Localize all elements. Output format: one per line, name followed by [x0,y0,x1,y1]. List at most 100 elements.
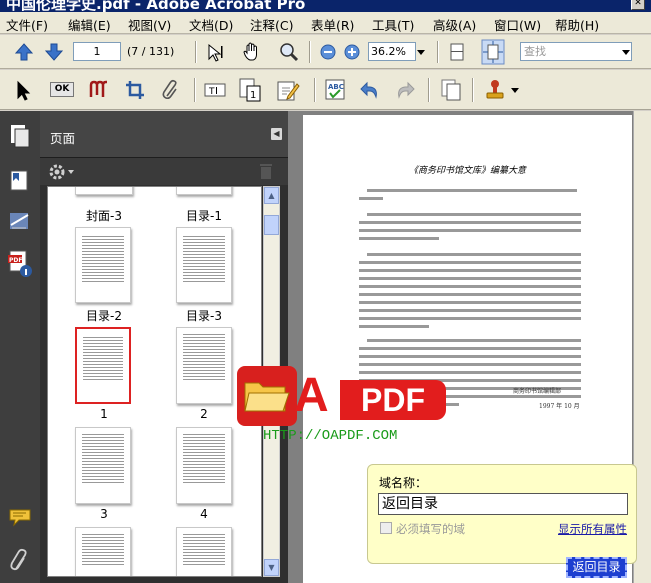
thumbnails-list[interactable]: 封面-3 目录-1 目录-2 目录-3 1 2 3 4 [47,186,262,577]
crop-tool-icon[interactable] [124,79,146,101]
zoom-out-icon[interactable] [320,44,336,60]
spell-check-icon[interactable]: ABC [324,78,346,102]
undo-icon[interactable] [359,79,381,101]
page-thumbnail[interactable] [75,187,133,195]
attach-file-icon[interactable] [160,79,182,101]
page-thumbnail[interactable] [176,327,232,404]
menu-view[interactable]: 视图(V) [128,15,171,34]
options-gear-icon[interactable] [48,163,76,181]
signature-field-icon[interactable] [88,79,110,101]
folder-logo-icon [237,366,297,426]
pages-panel: 页面 ◀ 封面-3 目录-1 目录-2 目录-3 1 2 3 4 ▲ ▼ [40,111,288,583]
collapse-panel-icon[interactable]: ◀ [271,128,282,140]
thumbnail-label: 3 [100,507,108,521]
menu-comments[interactable]: 注释(C) [250,15,293,34]
zoom-tool-icon[interactable] [278,41,300,63]
pages-icon[interactable] [8,123,32,149]
page-count: (7 / 131) [127,45,175,58]
hand-tool-icon[interactable] [241,41,263,63]
thumbnail-label: 1 [100,407,108,421]
panel-header: 页面 ◀ [40,111,288,158]
separator [194,78,196,102]
delete-pages-icon[interactable] [258,162,274,180]
search-input[interactable]: 查找 [520,42,632,61]
field-name-label: 域名称： [379,476,428,490]
stamp-icon[interactable] [484,78,506,102]
thumbnail-label: 2 [200,407,208,421]
separator [472,78,474,102]
menu-tools[interactable]: 工具(T) [372,15,414,34]
menu-document[interactable]: 文档(D) [189,15,233,34]
tools-toolbar: OK T 1 ABC [0,70,651,110]
signatures-icon[interactable] [8,209,32,233]
menu-advanced[interactable]: 高级(A) [433,15,476,34]
scroll-thumb[interactable] [264,215,279,235]
thumbnail-label: 目录-1 [186,209,222,223]
separator [437,41,439,63]
fit-page-icon[interactable] [481,39,505,65]
edit-text-icon[interactable] [276,78,300,102]
field-properties-popup: 域名称： 返回目录 必须填写的域 显示所有属性 [367,464,637,564]
page-thumbnail[interactable] [75,227,131,303]
next-page-icon[interactable] [44,42,64,62]
page-thumbnail[interactable] [75,527,131,576]
close-window-button[interactable]: ✕ [631,0,645,10]
selected-form-field[interactable]: 返回目录 [566,557,627,578]
separator [428,78,430,102]
select-object-icon[interactable] [14,80,34,102]
chevron-down-icon[interactable] [510,86,520,94]
previous-page-icon[interactable] [14,42,34,62]
comments-icon[interactable] [8,507,34,529]
navigation-pane-bar: PDF [0,111,40,583]
page-thumbnail[interactable] [176,527,232,576]
text-field-icon[interactable]: T [204,79,226,101]
required-label: 必须填写的域 [396,522,465,536]
button-tool-icon[interactable]: OK [50,82,74,97]
required-checkbox[interactable] [380,522,392,534]
copy-document-icon[interactable] [440,78,462,102]
svg-text:PDF: PDF [9,257,22,264]
thumbnail-label: 目录-2 [86,309,122,323]
page-thumbnail[interactable] [176,227,232,303]
scroll-up-icon[interactable]: ▲ [264,187,279,204]
navigation-toolbar: 1 (7 / 131) 36.2% 查找 [0,35,651,69]
menu-edit[interactable]: 编辑(E) [68,15,111,34]
menu-forms[interactable]: 表单(R) [311,15,354,34]
chevron-down-icon[interactable] [621,48,631,56]
page-thumbnail[interactable] [176,427,232,504]
zoom-in-icon[interactable] [344,44,360,60]
single-page-icon[interactable] [446,41,468,63]
attachments-icon[interactable] [8,547,32,573]
page-thumbnail[interactable] [75,427,131,504]
svg-text:T: T [208,87,215,97]
menu-window[interactable]: 窗口(W) [494,15,541,34]
redo-icon [398,81,415,99]
apdf-watermark: A PDF HTTP://OAPDF.COM [237,366,447,446]
thumbnail-label: 目录-3 [186,309,222,323]
scroll-down-icon[interactable]: ▼ [264,559,279,576]
svg-text:ABC: ABC [328,83,344,91]
pdf-info-icon[interactable]: PDF [8,249,34,279]
thumbnail-label: 4 [200,507,208,521]
bookmarks-icon[interactable] [8,169,32,193]
document-heading: 《商务印书馆文库》编纂大意 [408,166,526,176]
page-number-input[interactable]: 1 [73,42,121,61]
page-number-tool-icon[interactable]: 1 [238,77,262,103]
menu-file[interactable]: 文件(F) [6,15,48,34]
menu-bar: 文件(F) 编辑(E) 视图(V) 文档(D) 注释(C) 表单(R) 工具(T… [0,12,651,34]
watermark-pdf-bar: PDF [340,380,446,420]
separator [309,41,311,63]
page-thumbnail[interactable] [176,187,232,195]
window-title: 中国伦理学史.pdf - Adobe Acrobat Pro [6,0,306,12]
show-all-properties-link[interactable]: 显示所有属性 [558,521,627,537]
document-date: 1997 年 10 月 [539,403,580,410]
menu-help[interactable]: 帮助(H) [555,15,599,34]
field-name-input[interactable]: 返回目录 [378,493,628,515]
title-bar: 中国伦理学史.pdf - Adobe Acrobat Pro ✕ [0,0,651,12]
page-thumbnail-selected[interactable] [75,327,131,404]
chevron-down-icon[interactable] [416,48,426,56]
watermark-pdf-text: PDF [361,382,425,418]
select-text-icon[interactable] [206,42,228,62]
zoom-level-input[interactable]: 36.2% [368,42,416,61]
thumbnail-label: 封面-3 [86,209,122,223]
